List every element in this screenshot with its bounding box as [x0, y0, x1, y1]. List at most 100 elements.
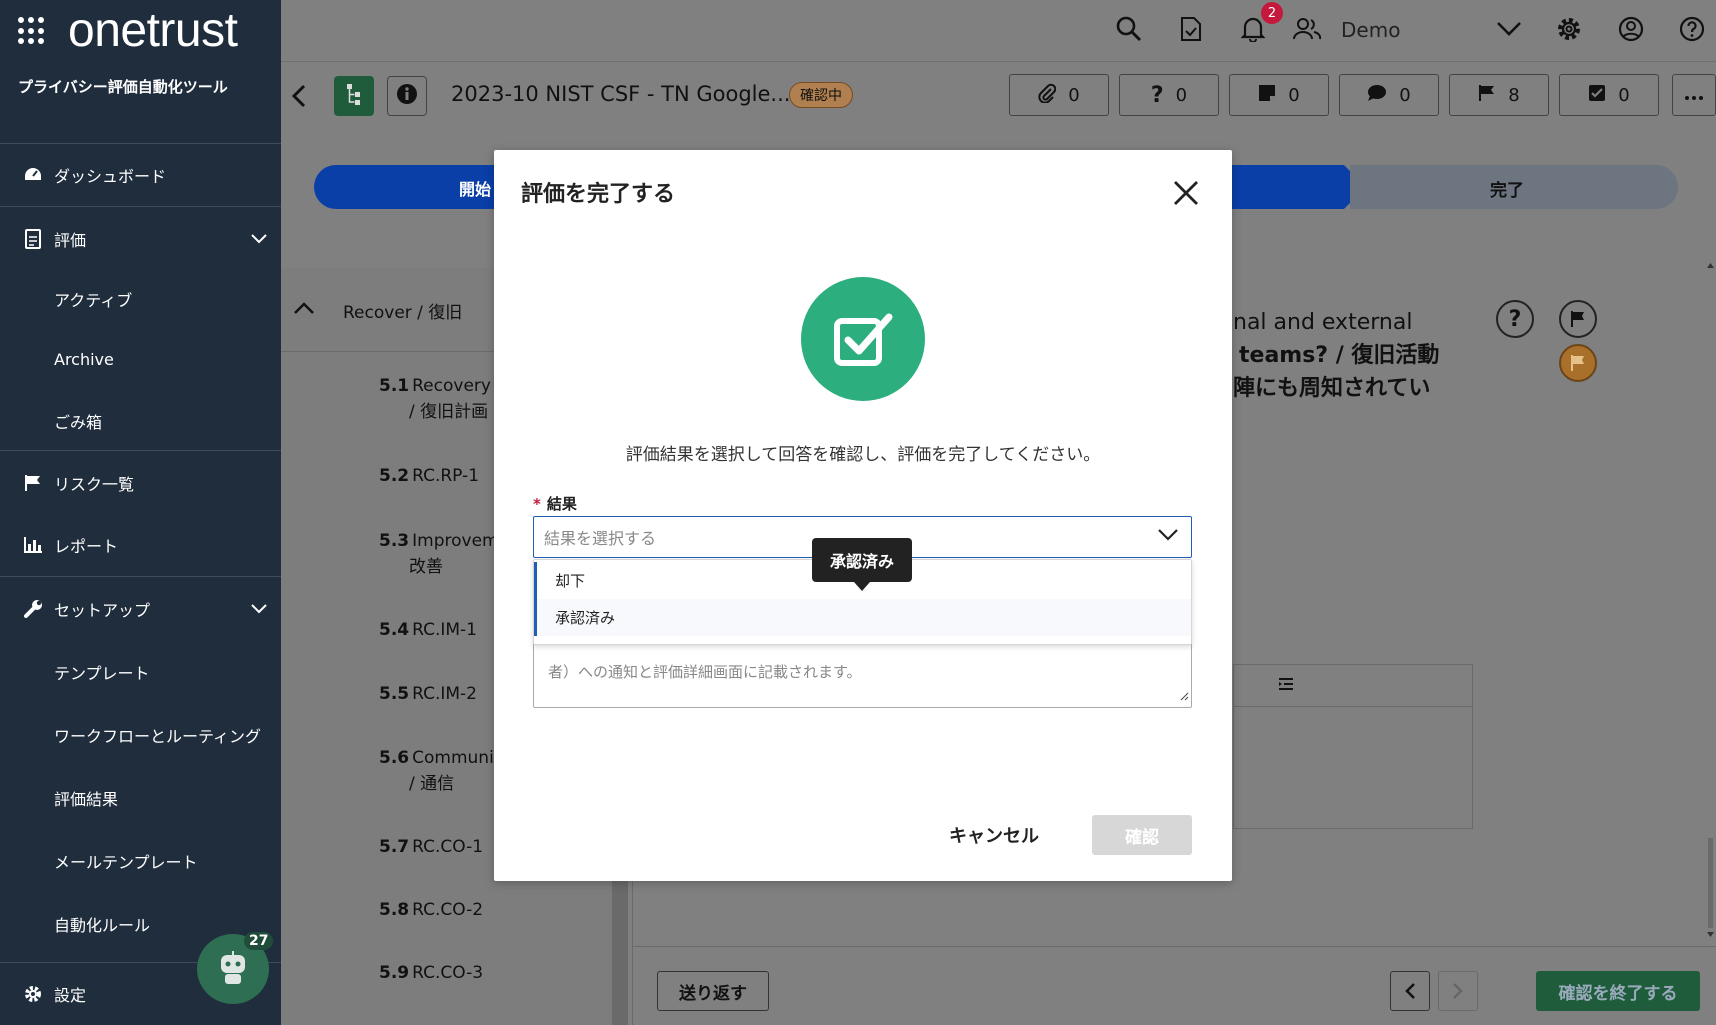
more-options-button[interactable]	[1672, 74, 1716, 116]
risks-count: 8	[1508, 84, 1520, 106]
question-number: 5.5	[379, 684, 410, 704]
question-item[interactable]: 5.3 Improvem 改善	[379, 528, 499, 580]
question-number: 5.1	[379, 376, 410, 396]
question-title: Improvem	[412, 531, 499, 551]
document-check-icon[interactable]	[1176, 14, 1206, 44]
cancel-button[interactable]: キャンセル	[944, 815, 1044, 855]
attachments-button[interactable]: 0	[1009, 74, 1109, 116]
chevron-down-icon	[251, 599, 267, 618]
search-icon[interactable]	[1114, 14, 1144, 44]
wrench-icon	[22, 598, 44, 620]
question-item[interactable]: 5.4 RC.IM-1	[379, 617, 477, 643]
app-launcher-icon[interactable]	[18, 17, 46, 45]
question-item[interactable]: 5.1 Recovery P / 復旧計画	[379, 373, 507, 425]
question-item[interactable]: 5.9 RC.CO-3	[379, 960, 483, 986]
gear-icon[interactable]	[1554, 14, 1584, 44]
question-item[interactable]: 5.2 RC.RP-1	[379, 463, 479, 489]
flag-icon	[1478, 84, 1496, 107]
note-icon	[1258, 84, 1276, 107]
profile-icon[interactable]	[1616, 14, 1646, 44]
flag-icon[interactable]	[1559, 300, 1597, 338]
sidebar-item-assessment[interactable]: 評価	[0, 207, 281, 270]
back-chevron-icon[interactable]	[291, 84, 307, 112]
sidebar-item-results[interactable]: 評価結果	[0, 766, 281, 829]
gear-icon	[22, 983, 44, 1005]
question-line: nal and external	[1233, 310, 1413, 335]
sidebar-item-risk-list[interactable]: リスク一覧	[0, 451, 281, 514]
progress-stage-start: 開始	[459, 180, 492, 199]
question-subtitle: / 復旧計画	[409, 402, 489, 422]
chevron-down-icon[interactable]	[1494, 14, 1524, 44]
sidebar-item-archive[interactable]: Archive	[0, 328, 281, 391]
question-subtitle: 改善	[409, 557, 443, 577]
document-icon	[22, 228, 44, 250]
user-name[interactable]: Demo	[1341, 18, 1400, 42]
product-name: プライバシー評価自動化ツール	[0, 62, 281, 144]
result-field-label: * 結果	[533, 493, 577, 514]
risks-button[interactable]: 8	[1449, 74, 1549, 116]
previous-question-button[interactable]	[1390, 971, 1430, 1011]
next-question-button[interactable]	[1438, 971, 1478, 1011]
question-item[interactable]: 5.5 RC.IM-2	[379, 681, 477, 707]
question-text: nal and external teams? / 復旧活動 陣にも周知されてい	[1233, 306, 1439, 405]
task-check-icon	[1588, 84, 1606, 107]
comments-count: 0	[1399, 84, 1411, 106]
section-title: Recover / 復旧	[343, 303, 463, 323]
bot-count-badge: 27	[244, 932, 274, 950]
ellipsis-icon	[1684, 86, 1704, 105]
question-item[interactable]: 5.8 RC.CO-2	[379, 897, 483, 923]
sidebar-item-dashboard[interactable]: ダッシュボード	[0, 144, 281, 207]
help-icon[interactable]	[1677, 14, 1707, 44]
sidebar-item-trash[interactable]: ごみ箱	[0, 391, 281, 451]
hierarchy-icon	[345, 82, 363, 110]
sidebar-item-label: テンプレート	[54, 663, 150, 683]
send-back-button[interactable]: 送り返す	[657, 971, 769, 1011]
sidebar-item-label: 自動化ルール	[54, 915, 151, 935]
question-title: Recovery P	[412, 376, 507, 396]
confirm-button[interactable]: 確認	[1092, 815, 1192, 855]
response-box-header	[1234, 665, 1472, 707]
resize-handle-icon[interactable]	[1179, 686, 1189, 705]
list-scrollbar[interactable]	[612, 880, 628, 1025]
notes-button[interactable]: 0	[1229, 74, 1329, 116]
question-number: 5.8	[379, 900, 410, 920]
sidebar-item-templates[interactable]: テンプレート	[0, 640, 281, 703]
dashboard-icon	[22, 164, 44, 186]
sidebar-item-active[interactable]: アクティブ	[0, 270, 281, 328]
dropdown-option-approved[interactable]: 承認済み	[534, 599, 1191, 636]
sidebar-item-email-templates[interactable]: メールテンプレート	[0, 829, 281, 892]
questions-button[interactable]: ? 0	[1119, 74, 1219, 116]
tasks-button[interactable]: 0	[1559, 74, 1659, 116]
response-box	[1233, 664, 1473, 829]
chevron-up-icon	[293, 300, 315, 319]
comments-button[interactable]: 0	[1339, 74, 1439, 116]
question-title: RC.RP-1	[412, 466, 480, 486]
question-item[interactable]: 5.7 RC.CO-1	[379, 834, 483, 860]
flag-icon	[22, 472, 44, 494]
sidebar-item-reports[interactable]: レポート	[0, 514, 281, 577]
question-title: RC.CO-3	[412, 963, 484, 983]
close-icon[interactable]	[1169, 176, 1203, 210]
tree-view-button[interactable]	[334, 76, 374, 116]
sidebar-item-label: リスク一覧	[54, 474, 135, 494]
question-line: 陣にも周知されてい	[1233, 376, 1431, 401]
indent-icon[interactable]	[1278, 676, 1294, 695]
footer-bar: 送り返す 確認を終了する	[632, 946, 1716, 1025]
page-scrollbar[interactable]	[1705, 260, 1716, 940]
paperclip-icon	[1038, 83, 1057, 108]
question-number: 5.4	[379, 620, 410, 640]
risk-flag-icon[interactable]	[1559, 344, 1597, 382]
sidebar-item-setup[interactable]: セットアップ	[0, 577, 281, 640]
sidebar-item-workflow[interactable]: ワークフローとルーティング	[0, 703, 281, 766]
status-badge: 確認中	[789, 82, 853, 108]
help-icon[interactable]: ?	[1496, 300, 1534, 338]
result-label-text: 結果	[546, 495, 577, 513]
question-number: 5.2	[379, 466, 410, 486]
info-button[interactable]	[387, 76, 427, 116]
notes-count: 0	[1288, 84, 1300, 106]
users-icon[interactable]	[1292, 14, 1322, 44]
finish-review-button[interactable]: 確認を終了する	[1536, 971, 1700, 1011]
question-item[interactable]: 5.6 Communic / 通信	[379, 745, 503, 797]
progress-stage-done: 完了	[1490, 181, 1524, 201]
question-number: 5.7	[379, 837, 410, 857]
